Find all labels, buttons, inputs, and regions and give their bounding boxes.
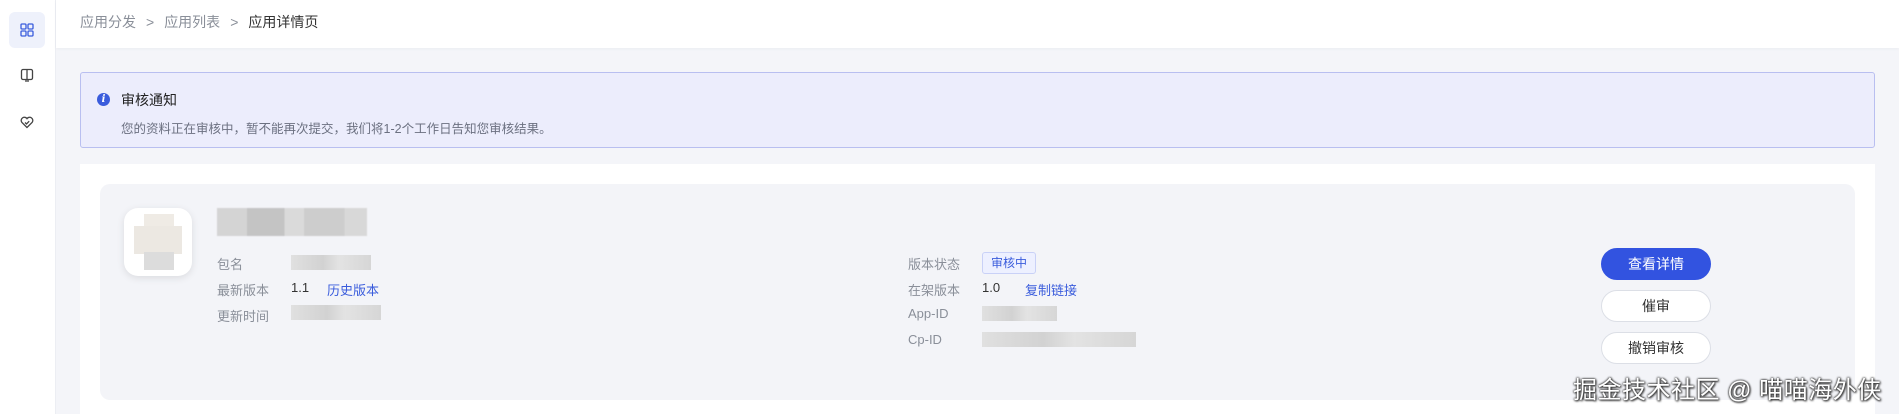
heart-shield-icon <box>20 116 34 129</box>
grid-icon <box>20 23 34 37</box>
watermark: 掘金技术社区 @ 喵喵海外侠 <box>1573 377 1882 404</box>
package-name-value-redacted <box>291 255 371 270</box>
breadcrumb-item-app-list[interactable]: 应用列表 <box>164 13 220 31</box>
topbar: 应用分发 > 应用列表 > 应用详情页 <box>56 0 1899 48</box>
latest-version-value: 1.1 <box>291 280 310 295</box>
app-id-value-redacted <box>982 306 1057 321</box>
version-status-label: 版本状态 <box>908 257 961 272</box>
sidebar <box>0 0 56 414</box>
shelf-version-label: 在架版本 <box>908 283 961 298</box>
notice-text: 您的资料正在审核中，暂不能再次提交，我们将1-2个工作日告知您审核结果。 <box>121 122 552 136</box>
cancel-review-button[interactable]: 撤销审核 <box>1601 332 1711 364</box>
breadcrumb-item-app-distribution[interactable]: 应用分发 <box>80 13 136 31</box>
copy-link[interactable]: 复制链接 <box>1025 280 1077 299</box>
latest-version-label: 最新版本 <box>217 283 270 298</box>
app-name-redacted <box>217 208 367 236</box>
app-info-card: 包名 最新版本 1.1 历史版本 更新时间 版本状态 审核中 在架版本 1.0 … <box>100 184 1855 400</box>
breadcrumb-separator: > <box>230 14 239 30</box>
review-notice-banner: i 审核通知 您的资料正在审核中，暂不能再次提交，我们将1-2个工作日告知您审核… <box>80 72 1875 148</box>
info-icon: i <box>97 93 110 106</box>
urge-review-button[interactable]: 催审 <box>1601 290 1711 322</box>
cp-id-value-redacted <box>982 332 1136 347</box>
cp-id-label: Cp-ID <box>908 332 942 347</box>
view-details-button[interactable]: 查看详情 <box>1601 248 1711 280</box>
breadcrumb-current: 应用详情页 <box>248 14 319 30</box>
app-id-label: App-ID <box>908 306 949 321</box>
status-badge: 审核中 <box>982 252 1037 274</box>
updated-time-value-redacted <box>291 305 381 320</box>
book-icon <box>20 68 34 82</box>
package-name-label: 包名 <box>217 257 244 272</box>
notice-title: 审核通知 <box>121 92 177 108</box>
shelf-version-value: 1.0 <box>982 280 1001 295</box>
sidebar-item-favorites[interactable] <box>9 104 45 140</box>
sidebar-item-apps[interactable] <box>9 12 45 48</box>
breadcrumb-separator: > <box>146 14 155 30</box>
app-icon <box>124 208 192 276</box>
history-versions-link[interactable]: 历史版本 <box>327 280 379 299</box>
updated-time-label: 更新时间 <box>217 309 270 324</box>
breadcrumb: 应用分发 > 应用列表 > 应用详情页 <box>80 13 318 31</box>
sidebar-item-docs[interactable] <box>9 57 45 93</box>
